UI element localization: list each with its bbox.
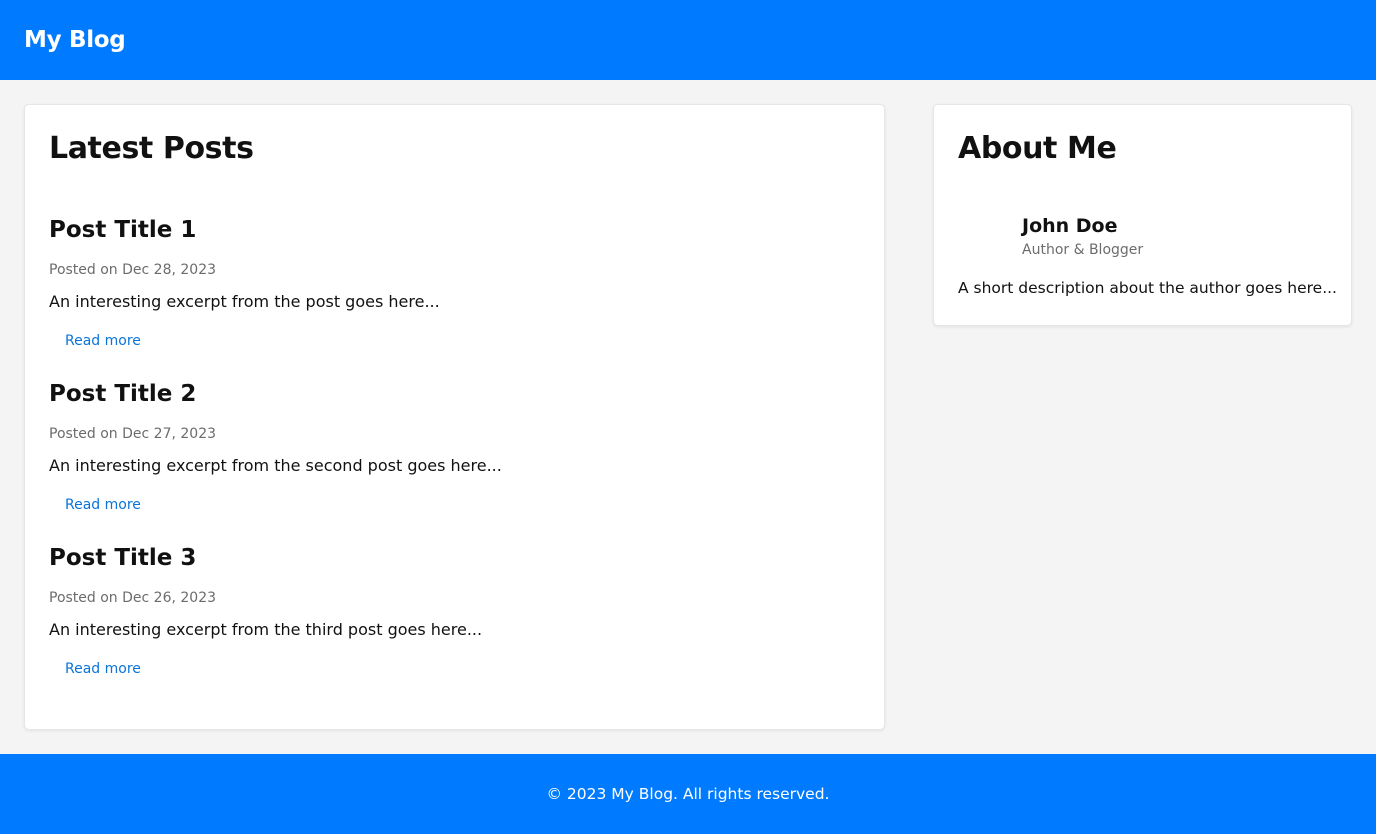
site-brand[interactable]: My Blog [24, 27, 126, 53]
latest-posts-heading: Latest Posts [49, 131, 254, 166]
post-title: Post Title 1 [49, 217, 197, 243]
post-excerpt: An interesting excerpt from the post goe… [49, 292, 440, 311]
post-title: Post Title 2 [49, 381, 197, 407]
author-name: John Doe [1022, 215, 1118, 237]
site-footer: © 2023 My Blog. All rights reserved. [0, 754, 1376, 834]
read-more-link[interactable]: Read more [65, 661, 141, 677]
about-me-card: About Me John Doe Author & Blogger A sho… [933, 104, 1352, 326]
read-more-link[interactable]: Read more [65, 333, 141, 349]
read-more-link[interactable]: Read more [65, 497, 141, 513]
post-excerpt: An interesting excerpt from the third po… [49, 620, 483, 639]
post-excerpt: An interesting excerpt from the second p… [49, 456, 502, 475]
author-description: A short description about the author goe… [958, 279, 1337, 297]
post-date: Posted on Dec 28, 2023 [49, 262, 217, 278]
site-header: My Blog [0, 0, 1376, 80]
author-role: Author & Blogger [1022, 242, 1144, 258]
about-me-heading: About Me [958, 131, 1117, 166]
latest-posts-card: Latest Posts Post Title 1 Posted on Dec … [24, 104, 885, 730]
post-date: Posted on Dec 26, 2023 [49, 590, 217, 606]
avatar [958, 213, 1008, 263]
post-title: Post Title 3 [49, 545, 197, 571]
footer-copyright: © 2023 My Blog. All rights reserved. [546, 785, 830, 803]
post-date: Posted on Dec 27, 2023 [49, 426, 217, 442]
